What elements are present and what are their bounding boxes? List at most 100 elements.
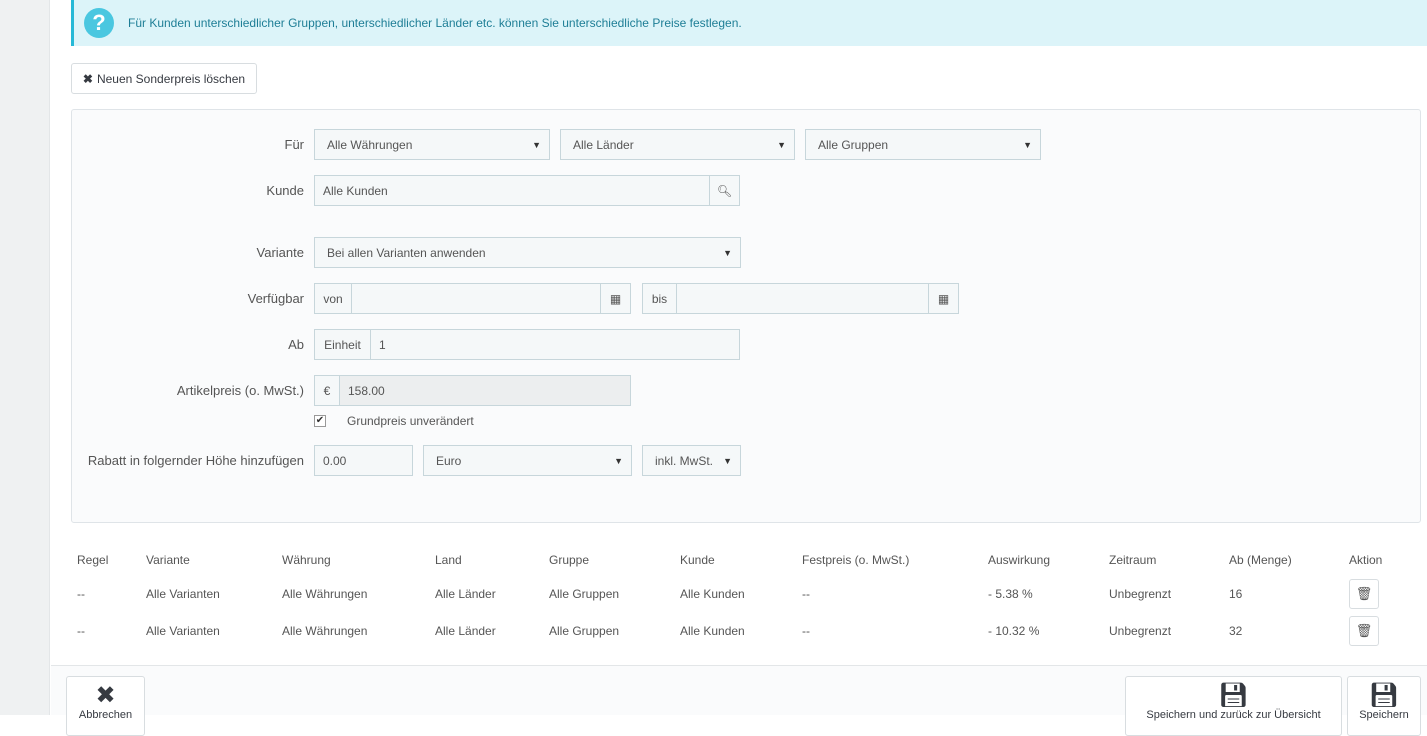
cell: Alle Kunden: [680, 586, 745, 601]
label-rabatt: Rabatt in folgernder Höhe hinzufügen: [87, 453, 304, 468]
label-ab: Ab: [288, 337, 304, 352]
caret-down-icon: ▼: [777, 139, 786, 150]
delete-label: Neuen Sonderpreis löschen: [96, 71, 246, 86]
label-fuer: Für: [284, 137, 305, 152]
save-and-back-button[interactable]: 💾︎ Speichern und zurück zur Übersicht: [1125, 676, 1342, 736]
price-value: 158.00: [348, 383, 385, 398]
cell: --: [802, 586, 810, 601]
currency-value: Alle Währungen: [327, 137, 413, 152]
currency-select[interactable]: Alle Währungen ▼: [314, 129, 550, 160]
save-icon: 💾︎: [1368, 682, 1400, 709]
cell: 16: [1229, 586, 1243, 601]
customer-value: Alle Kunden: [323, 183, 388, 198]
discount-type-value: Euro: [436, 453, 462, 468]
label-kunde: Kunde: [266, 183, 304, 198]
to-date-input[interactable]: [676, 283, 929, 314]
col-kunde: Kunde: [680, 553, 715, 567]
question-icon: ?: [84, 8, 114, 38]
tax-value: inkl. MwSt.: [655, 453, 714, 468]
cell: Alle Länder: [435, 623, 496, 638]
cell: - 5.38 %: [988, 586, 1033, 601]
unit-addon: Einheit: [314, 329, 371, 360]
search-icon: 🔍︎: [716, 183, 733, 198]
col-waehrung: Währung: [282, 553, 331, 567]
close-icon: ✖: [82, 71, 93, 86]
table-row: -- Alle Varianten Alle Währungen Alle Lände…: [71, 612, 1421, 649]
calendar-icon[interactable]: ▦: [600, 283, 631, 314]
col-gruppe: Gruppe: [549, 553, 590, 567]
col-regel: Regel: [77, 553, 109, 567]
delete-row-button[interactable]: 🗑︎: [1349, 578, 1379, 609]
variant-select[interactable]: Bei allen Varianten anwenden ▼: [314, 237, 741, 268]
caret-down-icon: ▼: [532, 139, 541, 150]
cell: Unbegrenzt: [1109, 623, 1172, 638]
tax-select[interactable]: inkl. MwSt. ▼: [642, 445, 741, 476]
col-zeitraum: Zeitraum: [1109, 553, 1157, 567]
cell: Alle Länder: [435, 586, 496, 601]
col-ab-menge: Ab (Menge): [1229, 553, 1292, 567]
table-header: Regel Variante Währung Land Gruppe Kunde…: [71, 545, 1421, 575]
country-value: Alle Länder: [573, 137, 634, 152]
col-variante: Variante: [146, 553, 190, 567]
trash-icon: 🗑︎: [1355, 622, 1373, 638]
cell: 32: [1229, 623, 1243, 638]
col-auswirkung: Auswirkung: [988, 553, 1051, 567]
cell: Alle Varianten: [146, 586, 220, 601]
table-row: -- Alle Varianten Alle Währungen Alle Lände…: [71, 575, 1421, 612]
quantity-input[interactable]: 1: [370, 329, 740, 360]
cell: --: [77, 586, 85, 601]
base-price-label: Grundpreis unverändert: [347, 414, 474, 428]
label-variante: Variante: [256, 245, 304, 260]
cell: Alle Gruppen: [549, 623, 620, 638]
info-alert: ? Für Kunden unterschiedlicher Gruppen, …: [71, 0, 1427, 46]
base-price-checkbox[interactable]: ✔: [314, 415, 326, 427]
caret-down-icon: ▼: [614, 455, 623, 466]
alert-text: Für Kunden unterschiedlicher Gruppen, un…: [128, 16, 742, 30]
search-button[interactable]: 🔍︎: [709, 175, 740, 206]
group-select[interactable]: Alle Gruppen ▼: [805, 129, 1041, 160]
quantity-value: 1: [379, 337, 386, 352]
from-date-input[interactable]: [351, 283, 601, 314]
col-festpreis: Festpreis (o. MwSt.): [802, 553, 910, 567]
special-prices-table: Regel Variante Währung Land Gruppe Kunde…: [71, 545, 1421, 649]
trash-icon: 🗑︎: [1355, 585, 1373, 601]
cancel-label: Abbrechen: [78, 709, 133, 721]
cell: Alle Gruppen: [549, 586, 620, 601]
delete-row-button[interactable]: 🗑︎: [1349, 615, 1379, 646]
caret-down-icon: ▼: [1023, 139, 1032, 150]
cell: Unbegrenzt: [1109, 586, 1172, 601]
caret-down-icon: ▼: [723, 247, 732, 258]
caret-down-icon: ▼: [723, 455, 732, 466]
close-icon: ✖: [95, 682, 116, 709]
discount-input[interactable]: 0.00: [314, 445, 413, 476]
country-select[interactable]: Alle Länder ▼: [560, 129, 795, 160]
cell: Alle Kunden: [680, 623, 745, 638]
cell: Alle Varianten: [146, 623, 220, 638]
cancel-button[interactable]: ✖ Abbrechen: [66, 676, 145, 736]
save-label: Speichern: [1359, 709, 1409, 721]
cell: - 10.32 %: [988, 623, 1040, 638]
group-value: Alle Gruppen: [818, 137, 889, 152]
cell: --: [77, 623, 85, 638]
variant-value: Bei allen Varianten anwenden: [327, 245, 486, 260]
save-icon: 💾︎: [1218, 682, 1249, 709]
label-verfuegbar: Verfügbar: [247, 291, 304, 306]
price-input[interactable]: 158.00: [339, 375, 631, 406]
save-button[interactable]: 💾︎ Speichern: [1347, 676, 1421, 736]
discount-value: 0.00: [323, 453, 347, 468]
calendar-icon[interactable]: ▦: [928, 283, 959, 314]
cell: Alle Währungen: [282, 623, 368, 638]
col-aktion: Aktion: [1349, 553, 1383, 567]
from-addon: von: [314, 283, 352, 314]
left-sidebar: [0, 0, 50, 715]
cell: Alle Währungen: [282, 586, 368, 601]
to-addon: bis: [642, 283, 677, 314]
delete-special-price-button[interactable]: ✖ Neuen Sonderpreis löschen: [71, 63, 257, 94]
save-back-label: Speichern und zurück zur Übersicht: [1146, 709, 1321, 721]
cell: --: [802, 623, 810, 638]
euro-addon: €: [314, 375, 340, 406]
discount-type-select[interactable]: Euro ▼: [423, 445, 632, 476]
col-land: Land: [435, 553, 462, 567]
customer-input[interactable]: Alle Kunden: [314, 175, 710, 206]
label-preis: Artikelpreis (o. MwSt.): [176, 383, 304, 398]
